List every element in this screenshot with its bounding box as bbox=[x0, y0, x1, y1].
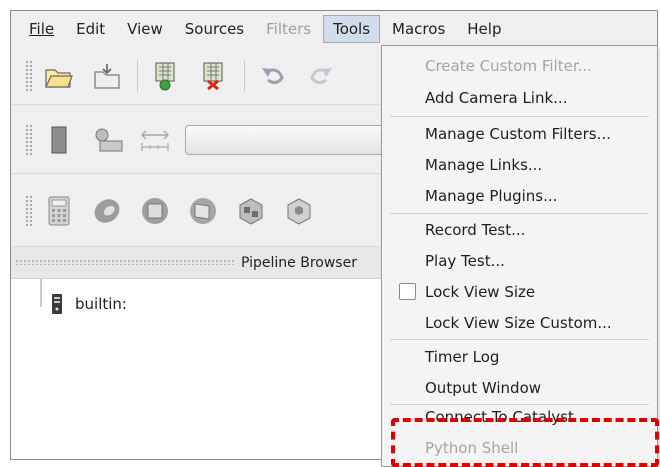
toolbar-grip[interactable] bbox=[25, 123, 33, 156]
menu-item-play-test[interactable]: Play Test... bbox=[382, 245, 657, 276]
menu-sources-label: Sources bbox=[184, 20, 245, 38]
save-state-icon[interactable] bbox=[89, 58, 125, 94]
menu-item-timer-log[interactable]: Timer Log bbox=[382, 341, 657, 372]
menu-tools[interactable]: Tools bbox=[323, 15, 381, 43]
menu-file-label: File bbox=[29, 20, 55, 38]
calculator-icon[interactable] bbox=[41, 193, 77, 229]
menu-macros[interactable]: Macros bbox=[382, 15, 455, 43]
toolbar-separator bbox=[137, 59, 138, 92]
toolbar-grip[interactable] bbox=[25, 194, 33, 227]
menu-item-record-test[interactable]: Record Test... bbox=[382, 214, 657, 245]
menu-filters-label: Filters bbox=[266, 20, 312, 38]
slice-icon[interactable] bbox=[185, 193, 221, 229]
disconnect-icon[interactable] bbox=[196, 58, 232, 94]
tools-menu: Create Custom Filter... Add Camera Link.… bbox=[381, 45, 658, 467]
redo-icon[interactable] bbox=[303, 58, 339, 94]
menu-view-label: View bbox=[127, 20, 163, 38]
menu-item-manage-custom-filters[interactable]: Manage Custom Filters... bbox=[382, 118, 657, 149]
extract-icon[interactable] bbox=[281, 193, 317, 229]
menu-item-manage-plugins[interactable]: Manage Plugins... bbox=[382, 180, 657, 211]
box-icon[interactable] bbox=[41, 122, 77, 158]
pipeline-browser-title: Pipeline Browser bbox=[241, 255, 357, 271]
toolbar-separator bbox=[244, 59, 245, 92]
menu-macros-label: Macros bbox=[392, 20, 446, 38]
dock-grip[interactable] bbox=[15, 259, 235, 265]
tree-line bbox=[40, 279, 42, 307]
menu-item-manage-links[interactable]: Manage Links... bbox=[382, 149, 657, 180]
resize-icon[interactable] bbox=[137, 122, 173, 158]
menu-help[interactable]: Help bbox=[457, 15, 511, 43]
threshold-icon[interactable] bbox=[233, 193, 269, 229]
menu-edit[interactable]: Edit bbox=[66, 15, 115, 43]
menu-view[interactable]: View bbox=[117, 15, 173, 43]
connect-icon[interactable] bbox=[148, 58, 184, 94]
tree-item-label: builtin: bbox=[75, 295, 127, 313]
tree-item-builtin[interactable]: builtin: bbox=[51, 293, 127, 315]
menu-separator bbox=[390, 116, 649, 117]
menu-file[interactable]: File bbox=[19, 15, 64, 43]
undo-icon[interactable] bbox=[255, 58, 291, 94]
menu-item-connect-to-catalyst[interactable]: Connect To Catalyst bbox=[382, 401, 657, 432]
menu-item-create-custom-filter[interactable]: Create Custom Filter... bbox=[382, 50, 657, 81]
menu-item-lock-view-size[interactable]: Lock View Size bbox=[382, 276, 657, 307]
menu-separator bbox=[390, 339, 649, 340]
menu-item-lock-view-size-label: Lock View Size bbox=[425, 282, 536, 301]
menu-item-lock-view-size-custom[interactable]: Lock View Size Custom... bbox=[382, 307, 657, 338]
menu-item-output-window[interactable]: Output Window bbox=[382, 372, 657, 403]
clip-icon[interactable] bbox=[137, 193, 173, 229]
open-folder-icon[interactable] bbox=[41, 58, 77, 94]
menu-tools-label: Tools bbox=[333, 20, 371, 38]
contour-icon[interactable] bbox=[89, 193, 125, 229]
menu-item-add-camera-link[interactable]: Add Camera Link... bbox=[382, 82, 657, 113]
menu-item-python-shell[interactable]: Python Shell bbox=[382, 432, 657, 463]
toolbar-grip[interactable] bbox=[25, 59, 33, 92]
camera-link-icon[interactable] bbox=[89, 122, 125, 158]
menu-bar: File Edit View Sources Filters Tools Mac… bbox=[11, 11, 657, 47]
view-size-field[interactable] bbox=[185, 124, 385, 155]
menu-edit-label: Edit bbox=[76, 20, 106, 38]
menu-filters[interactable]: Filters bbox=[256, 15, 321, 43]
menu-help-label: Help bbox=[467, 20, 502, 38]
server-icon bbox=[52, 294, 62, 314]
menu-sources[interactable]: Sources bbox=[175, 15, 254, 43]
